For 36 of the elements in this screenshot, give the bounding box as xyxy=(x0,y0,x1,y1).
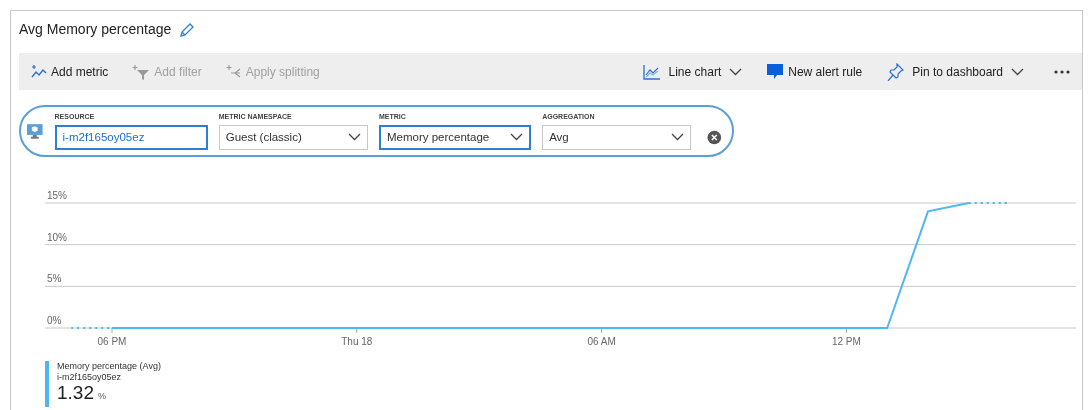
split-icon xyxy=(225,63,242,80)
chevron-down-icon xyxy=(729,67,743,76)
close-icon[interactable] xyxy=(707,129,722,145)
x-tick-label: 06 AM xyxy=(587,336,616,347)
toolbar-button[interactable]: Line chart xyxy=(638,62,747,81)
y-tick-label: 10% xyxy=(47,231,67,243)
legend-value: 1.32 xyxy=(57,382,94,402)
y-tick-label: 15% xyxy=(47,190,67,201)
filter-icon xyxy=(132,63,151,80)
legend-series-name: Memory percentage (Avg) xyxy=(57,361,161,372)
pencil-icon[interactable] xyxy=(179,21,196,38)
monitor-icon xyxy=(26,122,44,140)
legend-unit: % xyxy=(98,389,106,403)
speech-bubble-icon xyxy=(766,62,785,81)
more-icon xyxy=(1054,69,1070,74)
x-tick-label: Thu 18 xyxy=(341,336,373,347)
line-chart-icon xyxy=(642,63,661,80)
dropdown-field[interactable]: Memory percentage xyxy=(378,124,532,150)
chart-title: Avg Memory percentage xyxy=(19,20,172,39)
pin-icon xyxy=(886,62,905,81)
x-tick-label: 06 PM xyxy=(97,336,127,347)
dropdown-field[interactable]: Avg xyxy=(542,124,692,150)
input-field[interactable]: i-m2f165oy05ez xyxy=(54,124,208,150)
sparkle-line-icon xyxy=(31,64,47,79)
chevron-down-icon xyxy=(510,133,524,142)
toolbar-button[interactable]: Add metric xyxy=(27,62,113,81)
chevron-down-icon xyxy=(1011,67,1024,76)
toolbar-button[interactable]: Pin to dashboard xyxy=(882,62,1028,81)
chevron-down-icon xyxy=(347,133,361,142)
toolbar-button[interactable]: New alert rule xyxy=(762,62,867,81)
chevron-down-icon xyxy=(671,133,685,142)
y-tick-label: 5% xyxy=(47,273,62,285)
y-tick-label: 0% xyxy=(47,315,62,326)
dropdown-field[interactable]: Guest (classic) xyxy=(218,124,368,150)
x-tick-label: 12 PM xyxy=(831,336,861,347)
legend-resource: i-m2f165oy05ez xyxy=(57,371,123,383)
